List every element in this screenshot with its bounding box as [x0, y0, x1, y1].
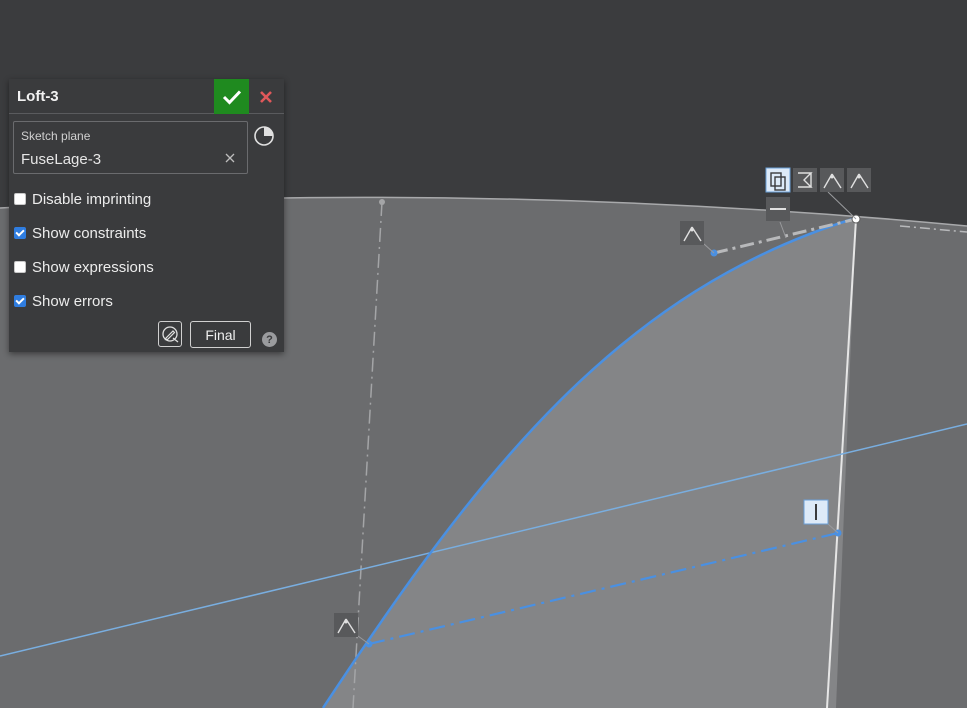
constraint-badge-horizontal[interactable]	[766, 197, 790, 221]
dialog-title: Loft-3	[17, 88, 59, 105]
constraint-badge-coincident[interactable]	[847, 168, 871, 192]
final-button[interactable]: Final	[190, 321, 251, 348]
constraint-badge-coincident[interactable]	[820, 168, 844, 192]
checkmark-icon	[222, 89, 241, 105]
cancel-button[interactable]	[254, 85, 278, 109]
constraint-badge-mirror[interactable]	[765, 167, 791, 193]
close-icon	[260, 91, 272, 103]
show-expressions-label: Show expressions	[32, 258, 154, 276]
show-constraints-option[interactable]: Show constraints	[14, 222, 146, 244]
dialog-header: Loft-3	[9, 79, 284, 114]
disable-imprinting-option[interactable]: Disable imprinting	[14, 188, 151, 210]
constraint-badge-symmetric[interactable]	[793, 168, 817, 192]
show-constraints-checkbox[interactable]	[14, 227, 26, 239]
sketch-plane-value: FuseLage-3	[21, 151, 102, 168]
construction-line-endpoint[interactable]	[379, 199, 385, 205]
show-expressions-checkbox[interactable]	[14, 261, 26, 273]
constraint-badge-vertical[interactable]	[803, 499, 829, 525]
constraint-badge-coincident[interactable]	[680, 221, 704, 245]
show-errors-checkbox[interactable]	[14, 295, 26, 307]
pie-chart-icon[interactable]	[253, 125, 275, 147]
sketch-plane-field[interactable]: Sketch plane FuseLage-3	[13, 121, 248, 174]
sketch-pencil-icon	[162, 326, 179, 343]
clear-icon	[225, 153, 235, 163]
show-errors-option[interactable]: Show errors	[14, 290, 113, 312]
clear-selection-button[interactable]	[224, 152, 236, 164]
feature-dialog: Loft-3 Sketch plane FuseLage-3 Disable i…	[9, 79, 284, 352]
disable-imprinting-label: Disable imprinting	[32, 190, 152, 208]
show-constraints-label: Show constraints	[32, 224, 147, 242]
show-errors-label: Show errors	[32, 292, 113, 310]
sketch-plane-label: Sketch plane	[21, 129, 91, 143]
help-icon[interactable]: ?	[262, 332, 277, 347]
constraint-badge-coincident[interactable]	[334, 613, 358, 637]
disable-imprinting-checkbox[interactable]	[14, 193, 26, 205]
show-expressions-option[interactable]: Show expressions	[14, 256, 154, 278]
sketch-mode-button[interactable]	[158, 321, 182, 347]
accept-button[interactable]	[214, 79, 249, 114]
